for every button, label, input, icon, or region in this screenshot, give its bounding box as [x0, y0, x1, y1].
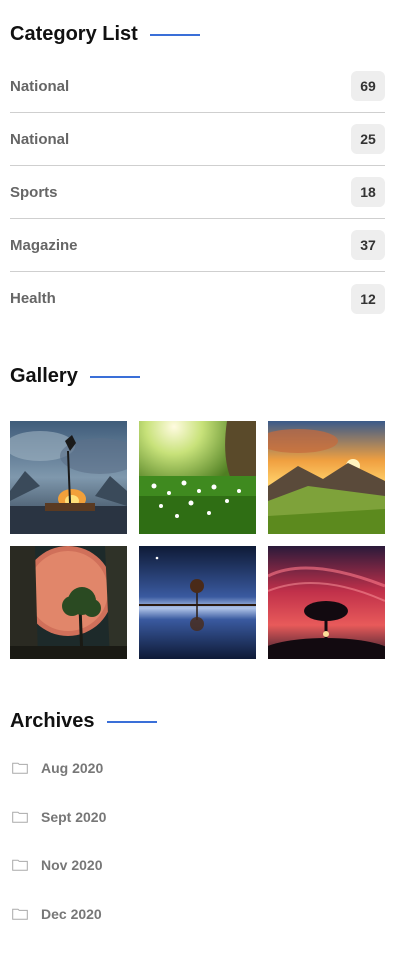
folder-icon — [12, 762, 28, 775]
category-label: Health — [10, 290, 56, 307]
category-label: Magazine — [10, 236, 78, 254]
category-item[interactable]: Health 12 — [10, 272, 385, 325]
title-underline — [89, 375, 140, 378]
title-underline — [149, 33, 200, 36]
archives-list: Aug 2020 Sept 2020 Nov 2020 Dec 2020 — [10, 744, 385, 938]
red-moon-tree-image[interactable] — [10, 546, 127, 659]
gallery-heading: Gallery — [10, 365, 140, 388]
category-count-badge: 69 — [351, 71, 385, 101]
folder-icon — [12, 908, 28, 920]
archive-item[interactable]: Sept 2020 — [10, 793, 385, 842]
category-count-badge: 18 — [351, 177, 385, 207]
category-label: National — [10, 130, 70, 148]
category-item[interactable]: National 69 — [10, 60, 385, 113]
category-count-badge: 12 — [351, 283, 385, 314]
archive-label: Nov 2020 — [41, 857, 103, 874]
archive-label: Dec 2020 — [41, 905, 102, 922]
category-item[interactable]: National 25 — [10, 113, 385, 166]
folder-icon — [12, 859, 28, 872]
category-list-title: Category List — [10, 23, 138, 45]
title-underline — [106, 720, 157, 723]
category-label: Sports — [10, 183, 58, 201]
archives-heading: Archives — [10, 710, 157, 733]
gallery-grid — [10, 421, 385, 659]
archive-item[interactable]: Dec 2020 — [10, 890, 385, 939]
archive-label: Aug 2020 — [41, 760, 104, 777]
category-label: National — [10, 77, 70, 95]
category-item[interactable]: Magazine 37 — [10, 219, 385, 272]
sunlit-flower-meadow-image[interactable] — [139, 421, 256, 534]
archives-title: Archives — [10, 710, 95, 732]
category-item[interactable]: Sports 18 — [10, 166, 385, 219]
tree-under-red-sky-image[interactable] — [268, 546, 385, 659]
tree-reflection-lake-image[interactable] — [139, 546, 256, 659]
archive-item[interactable]: Nov 2020 — [10, 841, 385, 890]
mountain-sunset-image[interactable] — [268, 421, 385, 534]
raft-fire-night-image[interactable] — [10, 421, 127, 534]
category-list: National 69 National 25 Sports 18 Magazi… — [10, 60, 385, 325]
category-list-heading: Category List — [10, 23, 200, 46]
folder-icon — [12, 811, 28, 823]
archive-item[interactable]: Aug 2020 — [10, 744, 385, 793]
category-count-badge: 25 — [351, 124, 385, 154]
gallery-title: Gallery — [10, 365, 78, 387]
category-count-badge: 37 — [351, 230, 385, 260]
archive-label: Sept 2020 — [41, 808, 107, 825]
